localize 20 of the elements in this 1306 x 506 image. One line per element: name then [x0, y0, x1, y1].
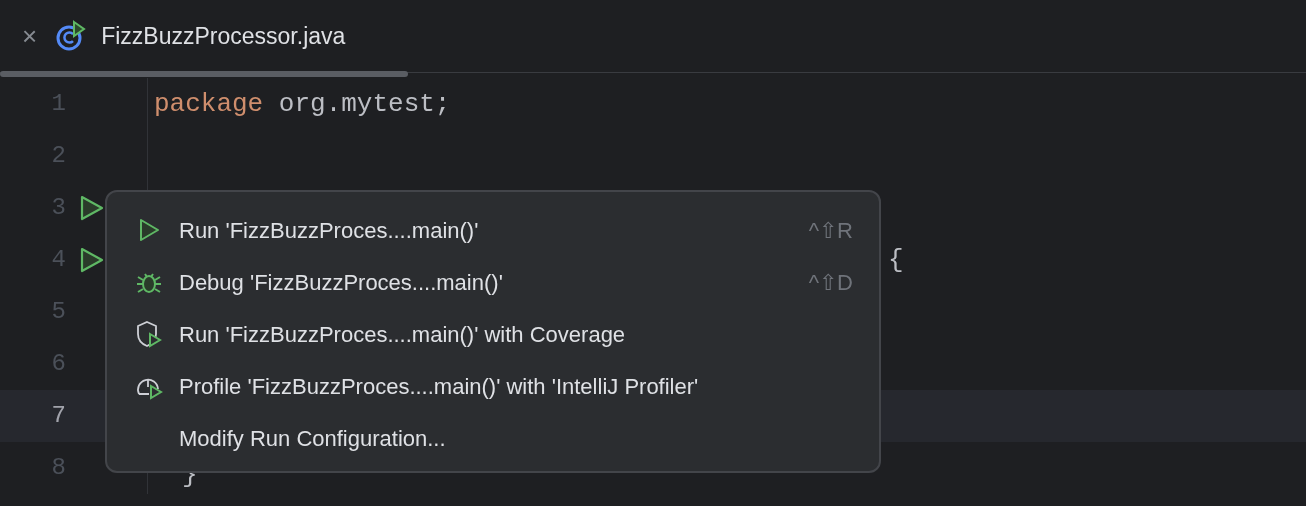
shield-play-icon — [135, 320, 163, 348]
menu-item-label: Debug 'FizzBuzzProces....main()' — [179, 268, 503, 297]
menu-item[interactable]: Run 'FizzBuzzProces....main()' with Coverage — [107, 308, 879, 360]
scroll-thumb[interactable] — [0, 71, 408, 77]
shortcut-label: ^⇧R — [808, 216, 853, 245]
code-line: package org.mytest; — [153, 87, 451, 121]
menu-item[interactable]: Profile 'FizzBuzzProces....main()' with 'IntelliJ Profiler' — [107, 360, 879, 412]
menu-item-label: Profile 'FizzBuzzProces....main()' with 'IntelliJ Profiler' — [179, 372, 699, 401]
menu-item[interactable]: Debug 'FizzBuzzProces....main()' ^⇧D — [107, 256, 879, 308]
shortcut-label: ^⇧D — [808, 268, 853, 297]
menu-item[interactable]: Modify Run Configuration... — [107, 412, 879, 464]
tab-title[interactable]: FizzBuzzProcessor.java — [101, 18, 346, 54]
close-button[interactable]: × — [18, 23, 42, 49]
menu-item[interactable]: Run 'FizzBuzzProces....main()' ^⇧R — [107, 204, 879, 256]
menu-item-label: Run 'FizzBuzzProces....main()' — [179, 216, 479, 245]
menu-item-label: Modify Run Configuration... — [179, 424, 446, 453]
code-line: { — [888, 243, 904, 277]
class-file-icon — [55, 20, 88, 52]
line-number: 7 — [50, 401, 66, 431]
menu-item-label: Run 'FizzBuzzProces....main()' with Coverage — [179, 320, 626, 349]
